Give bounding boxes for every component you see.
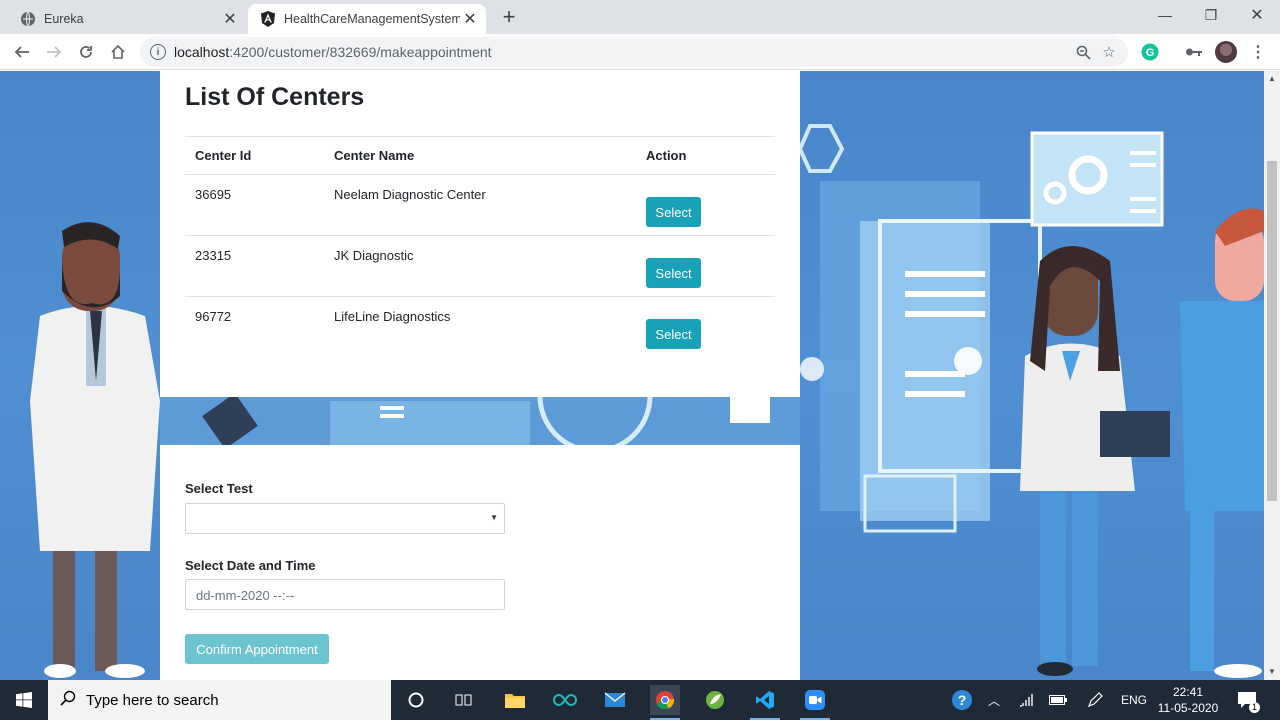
svg-text:G: G bbox=[1146, 47, 1155, 59]
scroll-down-icon[interactable]: ▼ bbox=[1268, 667, 1276, 676]
tab-title: Eureka bbox=[44, 12, 84, 26]
taskbar-search[interactable]: Type here to search bbox=[48, 680, 391, 720]
clock[interactable]: 22:41 11-05-2020 bbox=[1155, 680, 1221, 720]
center-id-cell: 36695 bbox=[185, 174, 324, 236]
back-icon[interactable] bbox=[8, 38, 36, 66]
zoom-icon[interactable] bbox=[1070, 39, 1096, 65]
browser-toolbar: i localhost:4200/customer/832669/makeapp… bbox=[0, 34, 1280, 70]
menu-dots-icon[interactable]: ⋮ bbox=[1247, 41, 1269, 63]
arduino-icon[interactable] bbox=[550, 685, 580, 715]
center-name-cell: LifeLine Diagnostics bbox=[334, 309, 451, 324]
taskbar: Type here to search ? ︿ ENG 22:41 11-05-… bbox=[0, 680, 1280, 720]
address-bar[interactable]: i localhost:4200/customer/832669/makeapp… bbox=[140, 37, 1128, 67]
chevron-up-icon[interactable]: ︿ bbox=[988, 680, 1000, 720]
table-header-row: Center Id Center Name Action bbox=[185, 136, 775, 175]
centers-card: List Of Centers Center Id Center Name Ac… bbox=[160, 71, 800, 397]
globe-icon bbox=[20, 11, 36, 27]
select-center-button[interactable]: Select bbox=[646, 319, 701, 349]
tab-strip: Eureka ✕ HealthCareManagementSystem ✕ + … bbox=[0, 0, 1280, 34]
chrome-icon[interactable] bbox=[650, 685, 680, 720]
column-header-action: Action bbox=[636, 136, 775, 175]
tab-healthcare[interactable]: HealthCareManagementSystem ✕ bbox=[248, 4, 486, 34]
chevron-down-icon: ▼ bbox=[490, 513, 498, 522]
minimize-icon[interactable]: — bbox=[1142, 0, 1188, 30]
appointment-form-card: Select Test ▼ Select Date and Time dd-mm… bbox=[160, 445, 800, 680]
close-tab-icon[interactable]: ✕ bbox=[460, 9, 480, 29]
pen-icon[interactable] bbox=[1087, 680, 1103, 720]
new-tab-icon[interactable]: + bbox=[498, 4, 520, 29]
vscode-icon[interactable] bbox=[750, 685, 780, 720]
center-name-cell: Neelam Diagnostic Center bbox=[324, 174, 636, 236]
network-icon[interactable] bbox=[1018, 680, 1034, 720]
select-test-label: Select Test bbox=[185, 481, 253, 496]
scrollbar-thumb[interactable] bbox=[1267, 161, 1277, 501]
clock-date: 11-05-2020 bbox=[1157, 701, 1219, 715]
key-icon[interactable] bbox=[1183, 41, 1205, 63]
file-explorer-icon[interactable] bbox=[500, 685, 530, 715]
column-header-center-id: Center Id bbox=[185, 136, 324, 175]
datetime-input[interactable]: dd-mm-2020 --:-- bbox=[185, 579, 505, 610]
centers-table: Center Id Center Name Action 36695 Neela… bbox=[185, 136, 775, 358]
datetime-label: Select Date and Time bbox=[185, 558, 316, 573]
url-text: localhost:4200/customer/832669/makeappoi… bbox=[174, 44, 492, 60]
search-placeholder: Type here to search bbox=[86, 691, 219, 709]
grammarly-icon[interactable]: G bbox=[1139, 41, 1161, 63]
mail-icon[interactable] bbox=[600, 685, 630, 715]
select-center-button[interactable]: Select bbox=[646, 258, 701, 288]
table-row: 23315 JK Diagnostic Select bbox=[185, 235, 775, 297]
page-scrollbar[interactable]: ▲ ▼ bbox=[1264, 71, 1280, 680]
language-indicator[interactable]: ENG bbox=[1121, 680, 1147, 720]
reload-icon[interactable] bbox=[72, 38, 100, 66]
datetime-placeholder: dd-mm-2020 --:-- bbox=[196, 588, 295, 603]
help-icon[interactable]: ? bbox=[951, 680, 973, 720]
column-header-center-name: Center Name bbox=[324, 136, 636, 175]
page-viewport: List Of Centers Center Id Center Name Ac… bbox=[0, 71, 1264, 680]
notifications-icon[interactable]: 1 bbox=[1237, 680, 1261, 720]
search-icon bbox=[60, 690, 76, 711]
star-icon[interactable]: ☆ bbox=[1096, 39, 1122, 65]
select-center-button[interactable]: Select bbox=[646, 197, 701, 227]
page-title: List Of Centers bbox=[185, 83, 365, 111]
table-row: 96772 LifeLine Diagnostics Select bbox=[185, 297, 775, 358]
restore-icon[interactable]: ❐ bbox=[1188, 0, 1234, 30]
tab-eureka[interactable]: Eureka ✕ bbox=[8, 4, 246, 34]
center-id-cell: 96772 bbox=[195, 309, 232, 324]
forward-icon[interactable] bbox=[40, 38, 68, 66]
windows-start-icon[interactable] bbox=[0, 680, 48, 720]
info-icon[interactable]: i bbox=[150, 44, 166, 60]
action-cell: Select bbox=[636, 235, 775, 297]
angular-icon bbox=[260, 11, 276, 27]
clock-time: 22:41 bbox=[1172, 685, 1204, 699]
center-id-cell: 23315 bbox=[185, 235, 324, 297]
profile-avatar[interactable] bbox=[1215, 41, 1237, 63]
tab-title: HealthCareManagementSystem bbox=[284, 12, 460, 26]
svg-text:?: ? bbox=[958, 692, 967, 708]
action-cell: Select bbox=[636, 297, 775, 358]
action-cell: Select bbox=[636, 174, 775, 236]
close-window-icon[interactable]: ✕ bbox=[1234, 0, 1280, 30]
spring-tool-icon[interactable] bbox=[700, 685, 730, 715]
cortana-icon[interactable] bbox=[401, 685, 431, 715]
select-test-dropdown[interactable]: ▼ bbox=[185, 503, 505, 534]
scroll-up-icon[interactable]: ▲ bbox=[1268, 74, 1276, 83]
battery-icon[interactable] bbox=[1049, 680, 1067, 720]
home-icon[interactable] bbox=[104, 38, 132, 66]
notifications-count: 1 bbox=[1249, 702, 1260, 713]
task-view-icon[interactable] bbox=[449, 685, 479, 715]
zoom-app-icon[interactable] bbox=[800, 685, 830, 720]
table-row: 36695 Neelam Diagnostic Center Select bbox=[185, 174, 775, 236]
close-tab-icon[interactable]: ✕ bbox=[220, 9, 240, 29]
confirm-appointment-button[interactable]: Confirm Appointment bbox=[185, 634, 329, 664]
center-name-cell: JK Diagnostic bbox=[324, 235, 636, 297]
